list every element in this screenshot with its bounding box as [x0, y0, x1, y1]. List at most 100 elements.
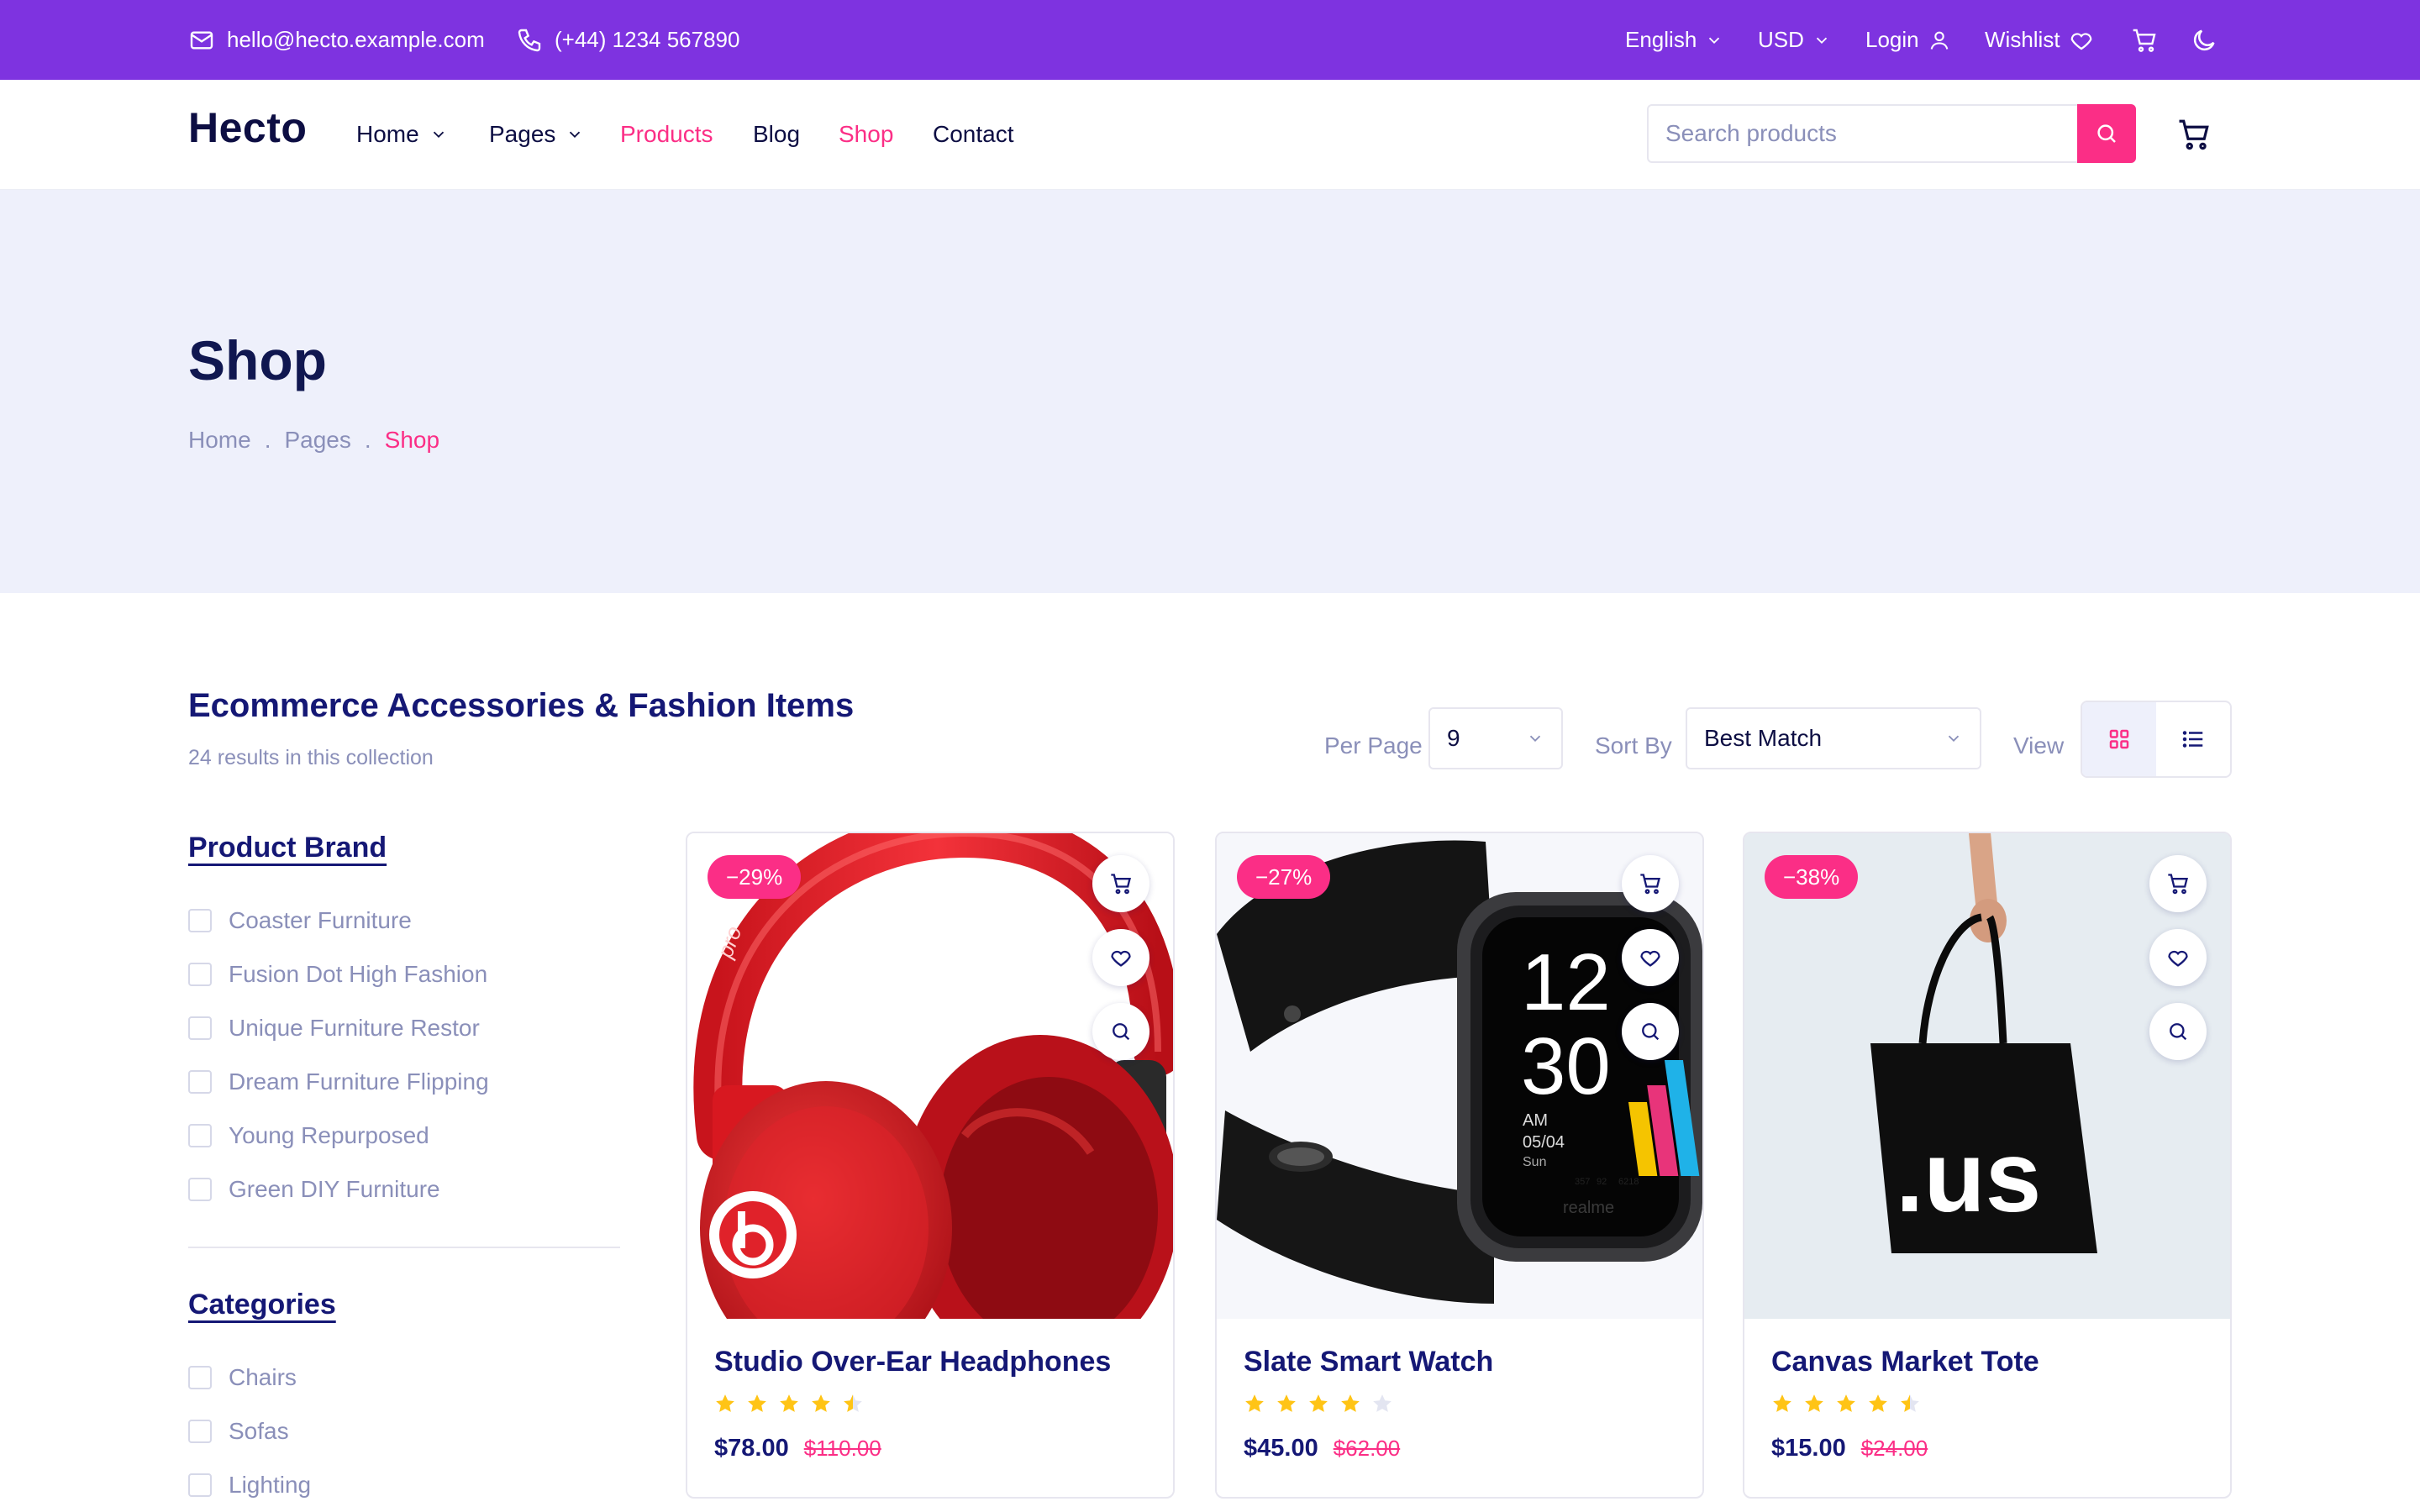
search-input[interactable] [1649, 106, 2077, 161]
per-page-select[interactable]: 9 [1428, 707, 1563, 769]
add-to-wishlist-button[interactable] [1622, 929, 1679, 986]
wishlist-link[interactable]: Wishlist [1985, 0, 2094, 80]
star-icon [1309, 1394, 1328, 1412]
nav-pages[interactable]: Pages [489, 80, 584, 189]
star-icon [748, 1394, 766, 1412]
list-icon [2182, 731, 2203, 748]
breadcrumb-current: Shop [384, 427, 440, 453]
checkbox[interactable] [188, 1366, 212, 1389]
rating-stars [1244, 1393, 1393, 1415]
main-nav: Hecto Home Pages Products Blog Shop Cont… [0, 80, 2420, 191]
chevron-down-icon [1529, 735, 1541, 743]
sort-by-label: Sort By [1595, 732, 1672, 759]
nav-blog[interactable]: Blog [753, 80, 800, 189]
add-to-cart-button[interactable] [1092, 855, 1150, 912]
product-image[interactable]: pro −29% [687, 833, 1173, 1319]
nav-home[interactable]: Home [356, 80, 448, 189]
nav-contact[interactable]: Contact [933, 80, 1014, 189]
checkbox[interactable] [188, 1016, 212, 1040]
search-box [1647, 104, 2136, 163]
search-icon [2170, 1023, 2187, 1041]
watch-stat: 357 [1575, 1177, 1590, 1187]
brand-filter-option[interactable]: Coaster Furniture [188, 894, 489, 948]
breadcrumb-home[interactable]: Home [188, 427, 251, 454]
heart-icon [1640, 950, 1660, 967]
brand-filter-list: Coaster Furniture Fusion Dot High Fashio… [188, 894, 489, 1216]
watch-stat: 6218 [1618, 1177, 1639, 1187]
checkbox[interactable] [188, 909, 212, 932]
contact-phone[interactable]: (+44) 1234 567890 [516, 0, 739, 80]
currency-select[interactable]: USD [1758, 0, 1831, 80]
watch-minute: 30 [1521, 1021, 1611, 1111]
brand-filter-option[interactable]: Young Repurposed [188, 1109, 489, 1163]
breadcrumb: Home . Pages . Shop [188, 427, 439, 454]
product-image[interactable]: 12 30 AM 05/04 Sun 357 92 6218 realme −2… [1217, 833, 1702, 1319]
search-button[interactable] [2077, 104, 2136, 163]
product-name[interactable]: Slate Smart Watch [1244, 1346, 1493, 1378]
chevron-down-icon [570, 131, 581, 139]
checkbox[interactable] [188, 963, 212, 986]
star-icon [812, 1394, 830, 1412]
brand-filter-option[interactable]: Fusion Dot High Fashion [188, 948, 489, 1001]
checkbox[interactable] [188, 1070, 212, 1094]
brand-filter-option[interactable]: Unique Furniture Restor [188, 1001, 489, 1055]
nav-shop[interactable]: Shop [839, 80, 893, 189]
quick-view-button[interactable] [1092, 1003, 1150, 1060]
filter-option-label: Fusion Dot High Fashion [229, 961, 488, 987]
watch-brand: realme [1563, 1199, 1614, 1217]
brand-filter-option[interactable]: Green DIY Furniture [188, 1163, 489, 1216]
add-to-cart-button[interactable] [1622, 855, 1679, 912]
product-card[interactable]: pro −29% Studio Over-Ear Headphones $78.… [686, 832, 1175, 1499]
heart-icon [2168, 950, 2188, 967]
category-filter-option[interactable]: Lighting [188, 1458, 311, 1512]
per-page-label: Per Page [1324, 732, 1423, 759]
watch-date: 05/04 [1523, 1133, 1565, 1152]
results-count: 24 results in this collection [188, 746, 434, 769]
cart-icon [2168, 874, 2188, 895]
sort-by-select[interactable]: Best Match [1686, 707, 1981, 769]
search-icon [1113, 1023, 1130, 1041]
brand-filter-title: Product Brand [188, 832, 387, 864]
grid-view-button[interactable] [2082, 702, 2156, 776]
brand-filter-option[interactable]: Dream Furniture Flipping [188, 1055, 489, 1109]
nav-products[interactable]: Products [620, 80, 713, 189]
product-card[interactable]: 12 30 AM 05/04 Sun 357 92 6218 realme −2… [1215, 832, 1704, 1499]
moon-icon [2193, 29, 2215, 50]
product-price: $15.00 [1771, 1435, 1846, 1462]
add-to-wishlist-button[interactable] [2149, 929, 2207, 986]
login-link[interactable]: Login [1865, 0, 1951, 80]
checkbox[interactable] [188, 1420, 212, 1443]
product-name[interactable]: Canvas Market Tote [1771, 1346, 2039, 1378]
breadcrumb-pages[interactable]: Pages [284, 427, 350, 454]
rating-stars [714, 1393, 864, 1415]
star-icon [1869, 1394, 1887, 1412]
logo[interactable]: Hecto [188, 103, 307, 152]
page-title: Shop [188, 329, 327, 391]
checkbox[interactable] [188, 1124, 212, 1147]
email-text: hello@hecto.example.com [227, 27, 485, 52]
product-old-price: $62.00 [1333, 1436, 1401, 1461]
category-filter-option[interactable]: Sofas [188, 1404, 311, 1458]
checkbox[interactable] [188, 1473, 212, 1497]
category-filter-option[interactable]: Chairs [188, 1351, 311, 1404]
add-to-wishlist-button[interactable] [1092, 929, 1150, 986]
quick-view-button[interactable] [1622, 1003, 1679, 1060]
watch-day: Sun [1523, 1155, 1546, 1169]
price-row: $45.00 $62.00 [1244, 1435, 1400, 1462]
topbar-cart-button[interactable] [2131, 0, 2158, 80]
nav-cart-button[interactable] [2176, 117, 2212, 152]
product-card[interactable]: .us −38% Canvas Market Tote $15.00 $24.0… [1743, 832, 2232, 1499]
filter-option-label: Sofas [229, 1418, 289, 1444]
list-view-button[interactable] [2156, 702, 2230, 776]
chevron-down-icon [433, 131, 444, 139]
add-to-cart-button[interactable] [2149, 855, 2207, 912]
cart-icon [1111, 874, 1131, 895]
star-icon [1245, 1394, 1264, 1412]
quick-view-button[interactable] [2149, 1003, 2207, 1060]
contact-email[interactable]: hello@hecto.example.com [188, 0, 485, 80]
dark-mode-toggle[interactable] [2190, 0, 2218, 80]
product-image[interactable]: .us −38% [1744, 833, 2230, 1319]
product-name[interactable]: Studio Over-Ear Headphones [714, 1346, 1111, 1378]
language-select[interactable]: English [1625, 0, 1723, 80]
checkbox[interactable] [188, 1178, 212, 1201]
